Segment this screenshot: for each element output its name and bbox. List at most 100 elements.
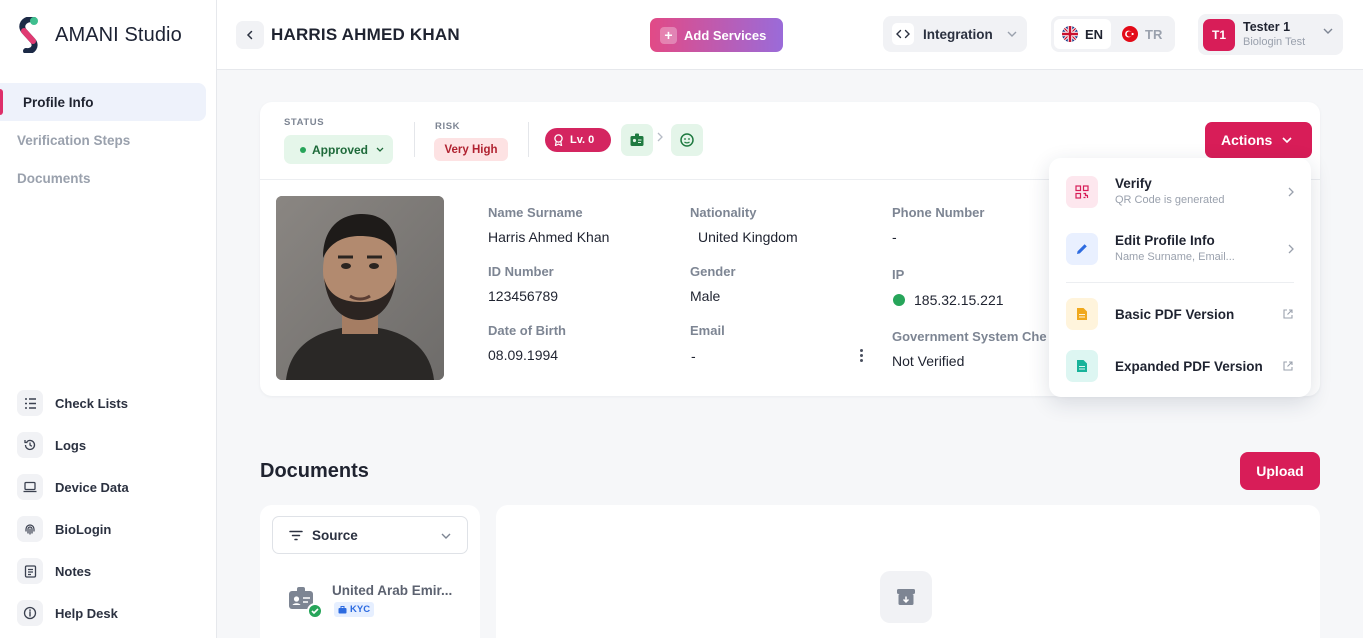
chevron-right-icon <box>657 132 663 142</box>
menu-item-edit-profile[interactable]: Edit Profile Info Name Surname, Email... <box>1066 233 1296 265</box>
menu-edit-subtitle: Name Surname, Email... <box>1115 251 1235 263</box>
gender-label: Gender <box>690 264 736 279</box>
divider <box>414 122 415 157</box>
back-button[interactable] <box>236 21 264 49</box>
chevron-right-icon <box>1288 244 1294 254</box>
menu-verify-subtitle: QR Code is generated <box>1115 194 1225 206</box>
ip-label: IP <box>892 267 905 282</box>
upload-button[interactable]: Upload <box>1240 452 1320 490</box>
sidebar-item-device-data[interactable]: Device Data <box>17 466 129 508</box>
ip-value: 185.32.15.221 <box>914 292 1004 308</box>
actions-button[interactable]: Actions <box>1205 122 1312 158</box>
gov-check-label: Government System Che <box>892 329 1047 344</box>
sidebar-item-label: Help Desk <box>55 605 118 621</box>
sidebar-item-help-desk[interactable]: Help Desk <box>17 592 129 634</box>
divider <box>528 122 529 157</box>
add-services-label: Add Services <box>684 27 767 43</box>
top-header: HARRIS AHMED KHAN + Add Services Integra… <box>217 0 1363 70</box>
nationality-value: United Kingdom <box>698 229 798 245</box>
sidebar-item-label: Logs <box>55 437 87 453</box>
tr-flag-icon <box>1122 26 1138 42</box>
menu-divider <box>1066 282 1294 283</box>
sidebar: AMANI Studio Profile Info Verification S… <box>0 0 217 638</box>
phone-label: Phone Number <box>892 205 985 220</box>
sidebar-item-notes[interactable]: Notes <box>17 550 129 592</box>
menu-item-verify[interactable]: Verify QR Code is generated <box>1066 176 1296 208</box>
id-badge-icon <box>630 133 644 146</box>
sidebar-item-documents[interactable]: Documents <box>0 159 217 197</box>
fingerprint-icon <box>17 516 43 542</box>
user-menu[interactable]: T1 Tester 1 Biologin Test <box>1198 14 1343 55</box>
menu-item-expanded-pdf[interactable]: Expanded PDF Version <box>1066 350 1296 382</box>
document-name[interactable]: United Arab Emir... <box>332 583 452 598</box>
source-label: Source <box>312 527 358 543</box>
sidebar-item-label: Notes <box>55 563 92 579</box>
sidebar-item-check-lists[interactable]: Check Lists <box>17 382 129 424</box>
more-options-icon[interactable] <box>860 349 864 362</box>
pencil-icon <box>1066 233 1098 265</box>
qr-code-icon <box>1066 176 1098 208</box>
level-badge[interactable]: Lv. 0 <box>545 128 611 152</box>
person-portrait-icon <box>276 196 444 380</box>
lang-en-button[interactable]: EN <box>1054 19 1111 49</box>
status-dot-icon <box>300 146 306 153</box>
email-label: Email <box>690 323 725 338</box>
email-value: - <box>691 348 696 364</box>
actions-menu: Verify QR Code is generated Edit Profile… <box>1049 158 1311 397</box>
source-filter-dropdown[interactable]: Source <box>272 516 468 554</box>
documents-list-panel: Source United Arab Emir... KYC <box>260 505 480 638</box>
risk-badge: Very High <box>434 138 508 161</box>
sidebar-tools: Check Lists Logs Device Data BioLogin No… <box>17 382 129 634</box>
chevron-down-icon <box>376 147 384 152</box>
plus-icon: + <box>660 26 677 44</box>
sidebar-item-logs[interactable]: Logs <box>17 424 129 466</box>
sidebar-item-verification-steps[interactable]: Verification Steps <box>0 121 217 159</box>
menu-item-basic-pdf[interactable]: Basic PDF Version <box>1066 298 1296 330</box>
status-label: STATUS <box>284 117 325 128</box>
document-viewer-panel <box>496 505 1320 638</box>
documents-title: Documents <box>260 460 369 482</box>
filter-icon <box>289 530 303 540</box>
sidebar-nav: Profile Info Verification Steps Document… <box>0 83 217 197</box>
amani-logo-icon <box>19 17 38 53</box>
external-link-icon <box>1283 361 1293 371</box>
chevron-right-icon <box>1288 187 1294 197</box>
info-icon <box>17 600 43 626</box>
archive-icon <box>880 571 932 623</box>
chevron-down-icon <box>1282 137 1292 143</box>
checklist-icon <box>17 390 43 416</box>
dob-value: 08.09.1994 <box>488 347 559 363</box>
history-icon <box>17 432 43 458</box>
document-item-icon-wrap[interactable] <box>288 583 323 624</box>
dob-label: Date of Birth <box>488 323 566 338</box>
face-icon <box>680 133 694 147</box>
integration-dropdown[interactable]: Integration <box>883 16 1027 52</box>
sidebar-item-biologin[interactable]: BioLogin <box>17 508 129 550</box>
add-services-button[interactable]: + Add Services <box>650 18 783 52</box>
lang-tr-button[interactable]: TR <box>1122 19 1162 49</box>
status-dropdown[interactable]: Approved <box>284 135 393 164</box>
notes-icon <box>17 558 43 584</box>
sidebar-item-profile-info[interactable]: Profile Info <box>0 83 206 121</box>
verified-check-icon <box>893 294 905 306</box>
integration-label: Integration <box>923 26 993 42</box>
uk-flag-icon <box>1062 26 1078 42</box>
id-number-label: ID Number <box>488 264 554 279</box>
level-value: Lv. 0 <box>570 134 595 146</box>
external-link-icon <box>1283 309 1293 319</box>
code-icon <box>892 23 914 45</box>
medal-icon <box>554 134 563 146</box>
id-card-step[interactable] <box>621 124 653 156</box>
avatar: T1 <box>1203 19 1235 51</box>
menu-basic-pdf-title: Basic PDF Version <box>1115 306 1235 322</box>
menu-edit-title: Edit Profile Info <box>1115 233 1215 248</box>
chevron-left-icon <box>246 30 253 40</box>
selfie-step[interactable] <box>671 124 703 156</box>
app-name: AMANI Studio <box>55 23 182 46</box>
app-logo[interactable]: AMANI Studio <box>18 17 182 53</box>
lang-tr-label: TR <box>1145 26 1163 42</box>
gender-value: Male <box>690 288 721 304</box>
profile-photo[interactable] <box>276 196 444 380</box>
gov-check-value: Not Verified <box>892 353 965 369</box>
language-switcher: EN TR <box>1051 16 1175 52</box>
